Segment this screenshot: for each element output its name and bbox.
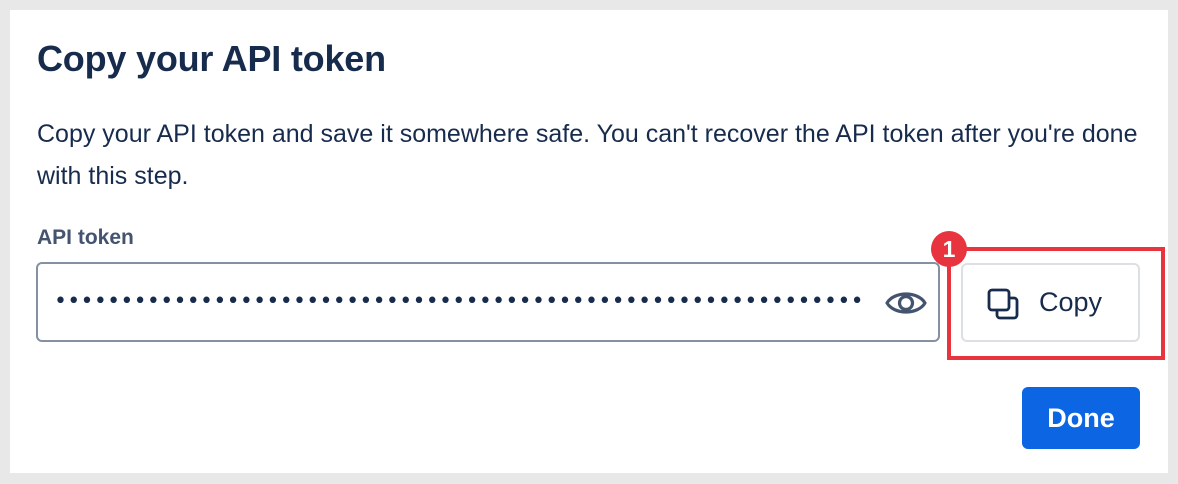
step-highlight-box [947, 247, 1165, 360]
step-number-badge: 1 [931, 231, 967, 267]
eye-icon[interactable] [884, 284, 928, 322]
api-token-field[interactable]: ••••••••••••••••••••••••••••••••••••••••… [36, 262, 940, 342]
api-token-label: API token [37, 226, 134, 249]
done-button[interactable]: Done [1022, 387, 1140, 449]
dialog-description: Copy your API token and save it somewher… [37, 120, 1138, 190]
api-token-masked-value[interactable]: ••••••••••••••••••••••••••••••••••••••••… [54, 292, 864, 312]
api-token-dialog: Copy your API token Copy your API token … [10, 10, 1168, 473]
dialog-title: Copy your API token [37, 38, 386, 79]
